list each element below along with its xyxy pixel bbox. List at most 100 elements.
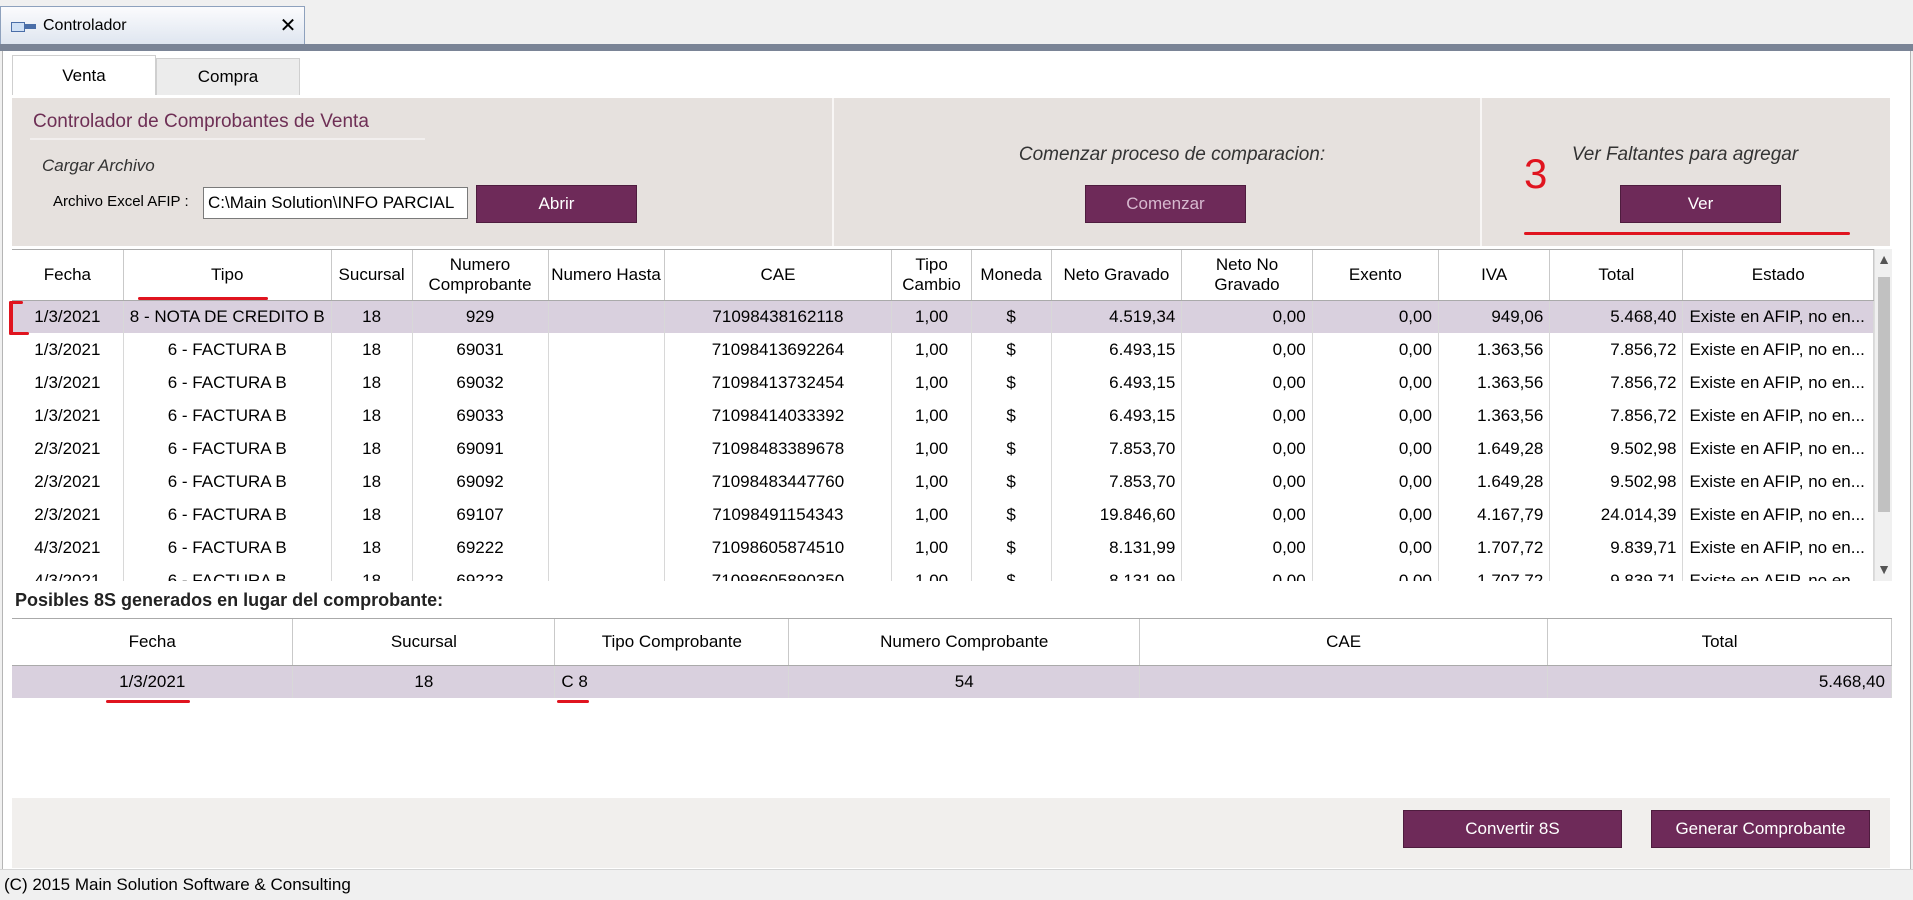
table-row[interactable]: 4/3/2021 6 - FACTURA B 18 69223 710986058903… (12, 564, 1874, 581)
cell-numero-comprobante: 69032 (412, 366, 549, 399)
cell-total: 5.468,40 (1549, 300, 1684, 333)
table-row[interactable]: 2/3/2021 6 - FACTURA B 18 69092 710984834477… (12, 465, 1874, 498)
window-icon (11, 20, 37, 32)
cell-total: 9.839,71 (1549, 564, 1684, 581)
posibles-8s-table: Fecha Sucursal Tipo Comprobante Numero C… (12, 619, 1892, 698)
annotation-underline-fecha (106, 700, 190, 703)
cell-exento: 0,00 (1312, 531, 1439, 564)
col-header-fecha[interactable]: Fecha (12, 250, 124, 301)
sec-col-header-cae[interactable]: CAE (1139, 619, 1549, 666)
table-row[interactable]: 1/3/2021 18 C 8 54 5.468,40 (12, 665, 1892, 698)
col-header-moneda[interactable]: Moneda (971, 250, 1052, 301)
col-header-tipo[interactable]: Tipo (123, 250, 332, 301)
window-title: Controlador (43, 16, 127, 34)
cell-numero-hasta (548, 333, 665, 366)
col-header-cae[interactable]: CAE (664, 250, 893, 301)
cell-total: 7.856,72 (1549, 399, 1684, 432)
close-icon[interactable]: ✕ (272, 13, 304, 38)
scroll-up-icon[interactable]: ▲ (1875, 251, 1893, 269)
tab-venta[interactable]: Venta (12, 55, 156, 95)
col-header-exento[interactable]: Exento (1312, 250, 1439, 301)
cell-numero-hasta (548, 531, 665, 564)
cell-total: 7.856,72 (1549, 333, 1684, 366)
table-row[interactable]: 2/3/2021 6 - FACTURA B 18 69107 710984911543… (12, 498, 1874, 531)
cell-estado: Existe en AFIP, no en... (1682, 498, 1874, 531)
cell-neto-no-gravado: 0,00 (1181, 300, 1313, 333)
table-row[interactable]: 1/3/2021 6 - FACTURA B 18 69033 710984140333… (12, 399, 1874, 432)
ver-button[interactable]: Ver (1620, 185, 1781, 223)
cell-exento: 0,00 (1312, 498, 1439, 531)
vertical-scrollbar[interactable]: ▲ ▼ (1874, 249, 1892, 581)
table-row[interactable]: 2/3/2021 6 - FACTURA B 18 69091 710984833896… (12, 432, 1874, 465)
col-header-estado[interactable]: Estado (1682, 250, 1874, 301)
cell-numero-hasta (548, 564, 665, 581)
annotation-bracket-row (9, 301, 13, 335)
col-header-tipo-cambio[interactable]: Tipo Cambio (891, 250, 972, 301)
col-header-iva[interactable]: IVA (1438, 250, 1551, 301)
page-title: Controlador de Comprobantes de Venta (33, 111, 369, 132)
cell-total: 24.014,39 (1549, 498, 1684, 531)
scroll-thumb[interactable] (1878, 277, 1890, 512)
cell-iva: 1.363,56 (1438, 399, 1551, 432)
cell-tipo: 6 - FACTURA B (123, 498, 332, 531)
cell-tipo: 6 - FACTURA B (123, 531, 332, 564)
comenzar-button[interactable]: Comenzar (1085, 185, 1246, 223)
col-header-numero-hasta[interactable]: Numero Hasta (548, 250, 665, 301)
sec-cell-tipo-comprobante: C 8 (554, 665, 790, 698)
cell-sucursal: 18 (331, 564, 413, 581)
cell-numero-hasta (548, 465, 665, 498)
cell-neto-no-gravado: 0,00 (1181, 432, 1313, 465)
cell-fecha: 2/3/2021 (12, 432, 124, 465)
cell-estado: Existe en AFIP, no en... (1682, 399, 1874, 432)
cell-moneda: $ (971, 300, 1052, 333)
cell-tipo: 6 - FACTURA B (123, 399, 332, 432)
sec-col-header-numero-comprobante[interactable]: Numero Comprobante (788, 619, 1141, 666)
cell-tipo-cambio: 1,00 (891, 531, 972, 564)
cell-exento: 0,00 (1312, 564, 1439, 581)
cell-neto-no-gravado: 0,00 (1181, 465, 1313, 498)
col-header-sucursal[interactable]: Sucursal (331, 250, 413, 301)
window-tab-strip (0, 44, 1913, 51)
sec-col-header-sucursal[interactable]: Sucursal (292, 619, 556, 666)
cell-iva: 4.167,79 (1438, 498, 1551, 531)
col-header-total[interactable]: Total (1549, 250, 1684, 301)
window-tab[interactable]: Controlador ✕ (0, 6, 305, 44)
col-header-neto-gravado[interactable]: Neto Gravado (1051, 250, 1183, 301)
archivo-excel-input[interactable] (203, 187, 468, 219)
cell-exento: 0,00 (1312, 432, 1439, 465)
status-bar: (C) 2015 Main Solution Software & Consul… (0, 869, 1913, 899)
annotation-bracket-row (9, 332, 29, 335)
col-header-neto-no-gravado[interactable]: Neto No Gravado (1181, 250, 1313, 301)
sec-col-header-tipo-comprobante[interactable]: Tipo Comprobante (554, 619, 790, 666)
scroll-down-icon[interactable]: ▼ (1875, 561, 1893, 579)
cell-iva: 1.363,56 (1438, 333, 1551, 366)
cell-moneda: $ (971, 366, 1052, 399)
cell-estado: Existe en AFIP, no en... (1682, 531, 1874, 564)
cell-estado: Existe en AFIP, no en... (1682, 564, 1874, 581)
cell-cae: 71098491154343 (664, 498, 893, 531)
comprobantes-grid[interactable]: Fecha Tipo Sucursal Numero Comprobante N… (12, 249, 1874, 581)
convertir-8s-button[interactable]: Convertir 8S (1403, 810, 1622, 848)
cell-tipo-cambio: 1,00 (891, 333, 972, 366)
col-header-numero-comprobante[interactable]: Numero Comprobante (412, 250, 549, 301)
sec-col-header-fecha[interactable]: Fecha (12, 619, 294, 666)
cell-exento: 0,00 (1312, 465, 1439, 498)
table-row[interactable]: 4/3/2021 6 - FACTURA B 18 69222 710986058745… (12, 531, 1874, 564)
abrir-button[interactable]: Abrir (476, 185, 637, 223)
cell-neto-gravado: 7.853,70 (1051, 465, 1183, 498)
table-row[interactable]: 1/3/2021 8 - NOTA DE CREDITO B 18 929 710984… (12, 300, 1874, 333)
cell-cae: 71098438162118 (664, 300, 893, 333)
table-row[interactable]: 1/3/2021 6 - FACTURA B 18 69031 710984136922… (12, 333, 1874, 366)
cell-tipo-cambio: 1,00 (891, 366, 972, 399)
sec-col-header-total[interactable]: Total (1547, 619, 1892, 666)
annotation-number: 3 (1524, 150, 1548, 197)
cell-neto-gravado: 6.493,15 (1051, 366, 1183, 399)
cell-neto-gravado: 8.131,99 (1051, 564, 1183, 581)
table-row[interactable]: 1/3/2021 6 - FACTURA B 18 69032 710984137324… (12, 366, 1874, 399)
cell-neto-gravado: 4.519,34 (1051, 300, 1183, 333)
tab-compra[interactable]: Compra (156, 58, 300, 95)
cell-total: 7.856,72 (1549, 366, 1684, 399)
posibles-8s-grid[interactable]: Fecha Sucursal Tipo Comprobante Numero C… (12, 618, 1892, 700)
cell-neto-no-gravado: 0,00 (1181, 366, 1313, 399)
generar-comprobante-button[interactable]: Generar Comprobante (1651, 810, 1870, 848)
